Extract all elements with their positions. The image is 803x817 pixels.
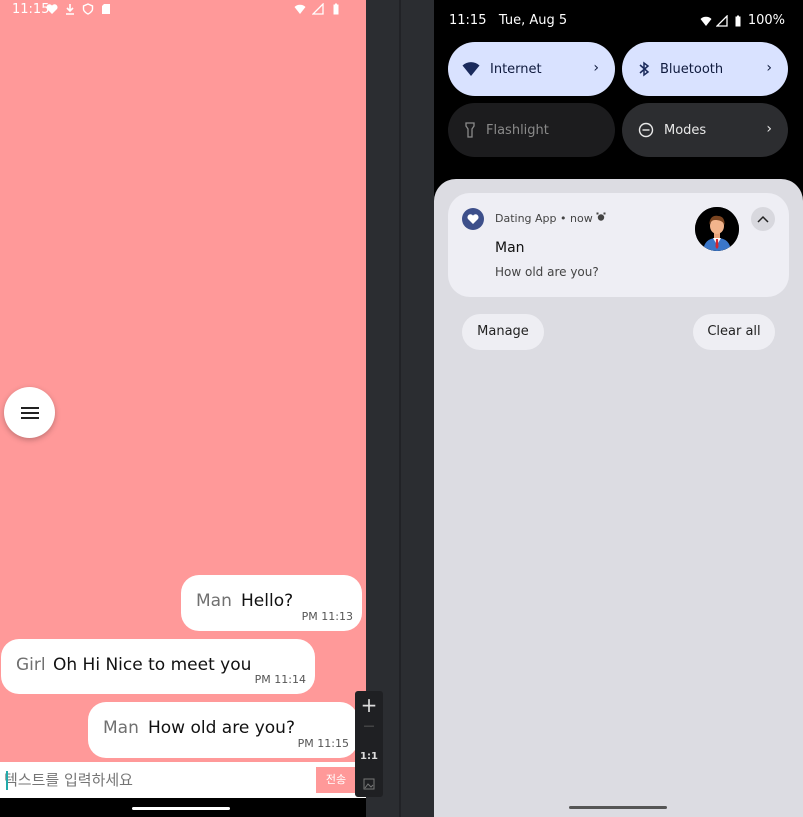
status-right-icons [294,3,342,15]
message-input[interactable] [4,768,309,792]
clear-all-button[interactable]: Clear all [693,314,775,350]
chevron-right-icon: › [593,60,599,76]
sender-name: Man [103,718,139,738]
navigation-bar [0,798,366,817]
message-time: PM 11:13 [301,610,353,623]
chat-bubble: Girl Oh Hi Nice to meet you PM 11:14 [1,639,315,694]
status-bar: 11:15 Tue, Aug 5 100% [434,0,803,40]
signal-icon [312,3,324,15]
zoom-toolbar: + — 1:1 [355,691,383,797]
notification-shade-screen: 11:15 Tue, Aug 5 100% Internet › Bluetoo… [434,0,803,817]
battery-icon [333,3,339,15]
app-icon [462,208,484,230]
zoom-out-button[interactable]: — [355,719,383,732]
menu-button[interactable] [4,387,55,438]
tile-flashlight[interactable]: Flashlight [448,103,615,157]
signal-icon [715,14,728,27]
avatar [695,207,739,251]
collapse-button[interactable] [751,207,775,231]
notification-title: Man [495,240,525,256]
message-text: How old are you? [148,718,295,738]
notification-shade: Dating App • now Man How old are you? Ma… [434,179,803,817]
chevron-right-icon: › [766,121,772,137]
battery-percent: 100% [747,13,785,28]
notification-card[interactable]: Dating App • now Man How old are you? [448,193,789,297]
message-time: PM 11:14 [254,673,306,686]
chat-bubble: Man How old are you? PM 11:15 [88,702,358,758]
tile-label: Internet [490,61,542,77]
send-button[interactable]: 전송 [316,767,356,793]
bluetooth-icon [639,61,650,77]
tile-label: Modes [664,122,707,138]
text-cursor [6,771,8,790]
wifi-icon [294,4,306,14]
chevron-up-icon [757,215,769,223]
zoom-in-button[interactable]: + [355,693,383,717]
tile-internet[interactable]: Internet › [448,42,615,96]
image-icon [363,778,375,790]
message-text: Hello? [241,591,294,611]
tile-modes[interactable]: Modes › [622,103,788,157]
home-gesture-handle[interactable] [132,807,230,810]
notification-meta: Dating App • now [495,212,606,225]
battery-icon [735,15,741,26]
status-time-date: 11:15 Tue, Aug 5 [449,13,567,28]
home-gesture-handle[interactable] [569,806,667,809]
tile-label: Bluetooth [660,61,724,77]
modes-icon [638,122,654,138]
flashlight-icon [465,122,475,138]
download-icon [66,4,74,15]
status-time: 11:15 [449,13,487,28]
person-avatar-icon [695,207,739,251]
heart-icon [46,4,58,14]
divider [399,0,401,817]
message-composer: 전송 [0,762,366,798]
menu-icon [20,406,39,419]
meta-separator: • [560,212,567,225]
status-bar: 11:15 [0,0,366,22]
heart-icon [467,214,479,224]
sender-name: Man [196,591,232,611]
notification-body: How old are you? [495,265,599,279]
tile-label: Flashlight [486,122,549,138]
app-name: Dating App [495,212,557,225]
screen: 11:15 Man Hello? PM 11:13 Girl Oh Hi Nic [0,0,803,817]
alarm-icon [596,212,606,221]
message-text: Oh Hi Nice to meet you [53,655,252,675]
status-right-icons: 100% [700,13,785,28]
sender-name: Girl [16,655,46,675]
manage-button[interactable]: Manage [462,314,544,350]
notification-time: now [570,212,593,225]
tile-bluetooth[interactable]: Bluetooth › [622,42,788,96]
status-date: Tue, Aug 5 [498,13,568,28]
status-time: 11:15 [12,2,50,17]
screenshot-button[interactable] [355,775,383,794]
sdcard-icon [102,4,110,14]
chat-bubble: Man Hello? PM 11:13 [181,575,362,631]
shield-icon [82,3,94,15]
chat-app-screen: 11:15 Man Hello? PM 11:13 Girl Oh Hi Nic [0,0,366,817]
wifi-icon [462,62,480,76]
zoom-ratio-button[interactable]: 1:1 [355,751,383,762]
chevron-right-icon: › [766,60,772,76]
message-time: PM 11:15 [297,737,349,750]
status-left-icons [46,3,112,15]
wifi-icon [700,16,712,26]
